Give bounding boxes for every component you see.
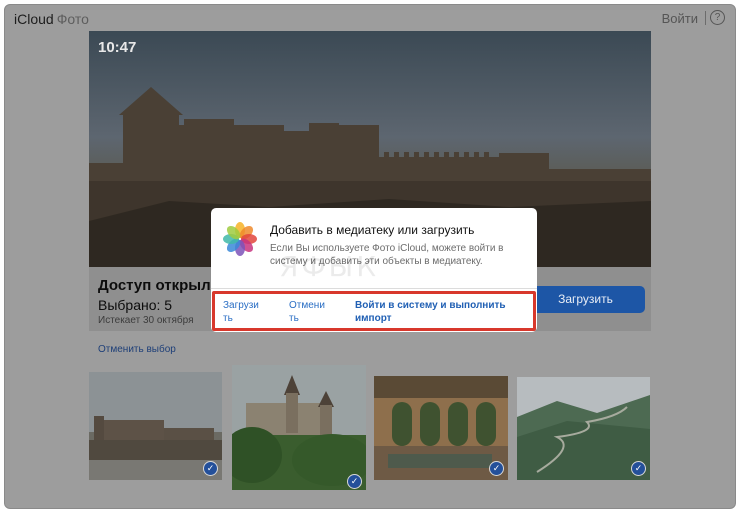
divider xyxy=(705,11,706,25)
dialog-upload-label-1: Загрузи xyxy=(223,300,259,311)
checkmark-icon[interactable]: ✓ xyxy=(489,461,504,476)
thumbnail-arches[interactable]: ✓ xyxy=(374,376,508,480)
photo-time: 10:47 xyxy=(98,39,137,56)
thumbnail-fortress[interactable]: ✓ xyxy=(89,372,222,480)
arches-thumb-image xyxy=(374,376,508,480)
brand-app-name: Фото xyxy=(56,11,89,27)
dialog-upload-label-2: ть xyxy=(223,313,233,324)
mountain-road-thumb-image xyxy=(517,377,650,480)
photos-app-icon xyxy=(223,222,257,256)
upload-button[interactable]: Загрузить xyxy=(526,286,645,313)
dialog-cancel-button[interactable]: Отмени ть xyxy=(289,299,325,325)
dialog-cancel-label-1: Отмени xyxy=(289,300,325,311)
dialog-signin-label-2: импорт xyxy=(355,313,392,324)
checkmark-icon[interactable]: ✓ xyxy=(631,461,646,476)
expiry-text: Истекает 30 октября xyxy=(98,315,194,326)
signin-link[interactable]: Войти xyxy=(662,11,698,26)
dialog-cancel-label-2: ть xyxy=(289,313,299,324)
checkmark-icon[interactable]: ✓ xyxy=(347,474,362,489)
app-window: iCloud Фото Войти ? 10:47 Доступ открыл(… xyxy=(4,4,736,509)
dialog-signin-label-1: Войти в систему и выполнить xyxy=(355,300,506,311)
dialog-title: Добавить в медиатеку или загрузить xyxy=(270,223,475,237)
dialog-upload-button[interactable]: Загрузи ть xyxy=(223,299,259,325)
thumbnail-castle[interactable]: ✓ xyxy=(232,365,366,490)
selected-count: Выбрано: 5 xyxy=(98,297,173,313)
brand-name: iCloud xyxy=(14,11,54,27)
thumbnail-mountain-road[interactable]: ✓ xyxy=(517,377,650,480)
add-to-library-dialog: Добавить в медиатеку или загрузить Если … xyxy=(211,208,537,332)
help-icon[interactable]: ? xyxy=(710,10,725,25)
dialog-signin-import-button[interactable]: Войти в систему и выполнить импорт xyxy=(355,299,506,325)
fortress-thumb-image xyxy=(89,372,222,480)
checkmark-icon[interactable]: ✓ xyxy=(203,461,218,476)
brand: iCloud Фото xyxy=(14,11,89,27)
dialog-divider xyxy=(211,288,537,289)
deselect-link[interactable]: Отменить выбор xyxy=(98,344,176,355)
share-title: Доступ открыл(а xyxy=(98,277,224,294)
top-bar: iCloud Фото Войти ? xyxy=(5,5,735,31)
watermark: ЯФЫК xyxy=(279,250,380,283)
castle-thumb-image xyxy=(232,365,366,490)
